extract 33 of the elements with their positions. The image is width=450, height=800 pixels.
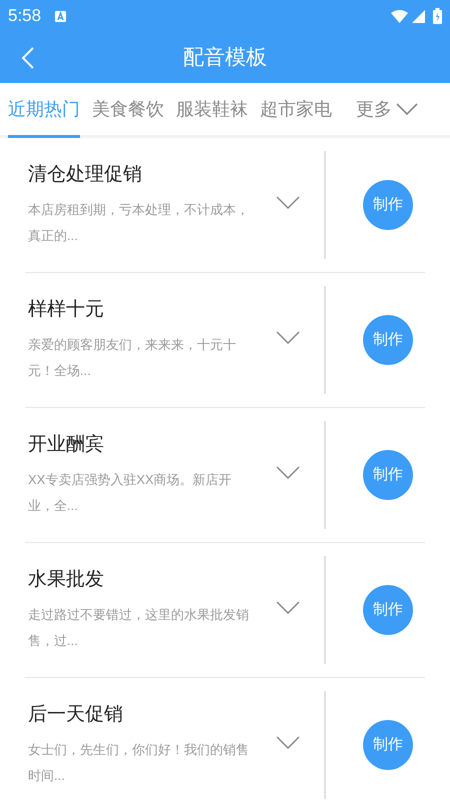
page-title: 配音模板 — [183, 44, 267, 71]
template-title: 后一天促销 — [28, 702, 124, 727]
template-title: 样样十元 — [28, 298, 105, 322]
template-description: 女士们，先生们，你们好！我们的销售时间... — [28, 741, 250, 786]
make-button[interactable]: 制作 — [363, 720, 413, 770]
make-button[interactable]: 制作 — [363, 585, 413, 635]
expand-icon[interactable] — [276, 736, 300, 748]
category-tab[interactable]: 美食餐饮 — [92, 83, 164, 138]
expand-icon[interactable] — [276, 600, 300, 614]
notification-icon — [55, 10, 66, 22]
expand-icon[interactable] — [276, 466, 300, 478]
make-button[interactable]: 制作 — [363, 180, 413, 230]
template-description: 本店房租到期，亏本处理，不计成本，真正的... — [28, 201, 250, 246]
wifi-icon — [391, 10, 408, 22]
template-description: XX专卖店强势入驻XX商场。新店开业，全... — [28, 471, 233, 516]
make-button[interactable]: 制作 — [363, 450, 413, 500]
template-title: 水果批发 — [28, 568, 105, 592]
back-icon[interactable] — [22, 46, 34, 68]
category-tab[interactable]: 超市家电 — [260, 83, 332, 138]
battery-icon — [433, 8, 442, 24]
template-title: 开业酬宾 — [28, 432, 105, 457]
template-description: 亲爱的顾客朋友们，来来来，十元十元！全场... — [28, 336, 237, 380]
template-title: 清仓处理促销 — [28, 162, 143, 187]
chevron-down-icon — [396, 103, 418, 115]
expand-icon[interactable] — [276, 196, 300, 208]
category-tab[interactable]: 服装鞋袜 — [176, 83, 248, 138]
more-tab[interactable]: 更多 — [356, 83, 418, 135]
template-description: 走过路过不要错过，这里的水果批发销售，过... — [28, 606, 250, 650]
status-time: 5:58 — [8, 5, 42, 28]
make-button[interactable]: 制作 — [363, 315, 413, 365]
expand-icon[interactable] — [276, 330, 300, 344]
signal-icon — [412, 10, 425, 22]
category-tab[interactable]: 近期热门 — [8, 83, 80, 138]
